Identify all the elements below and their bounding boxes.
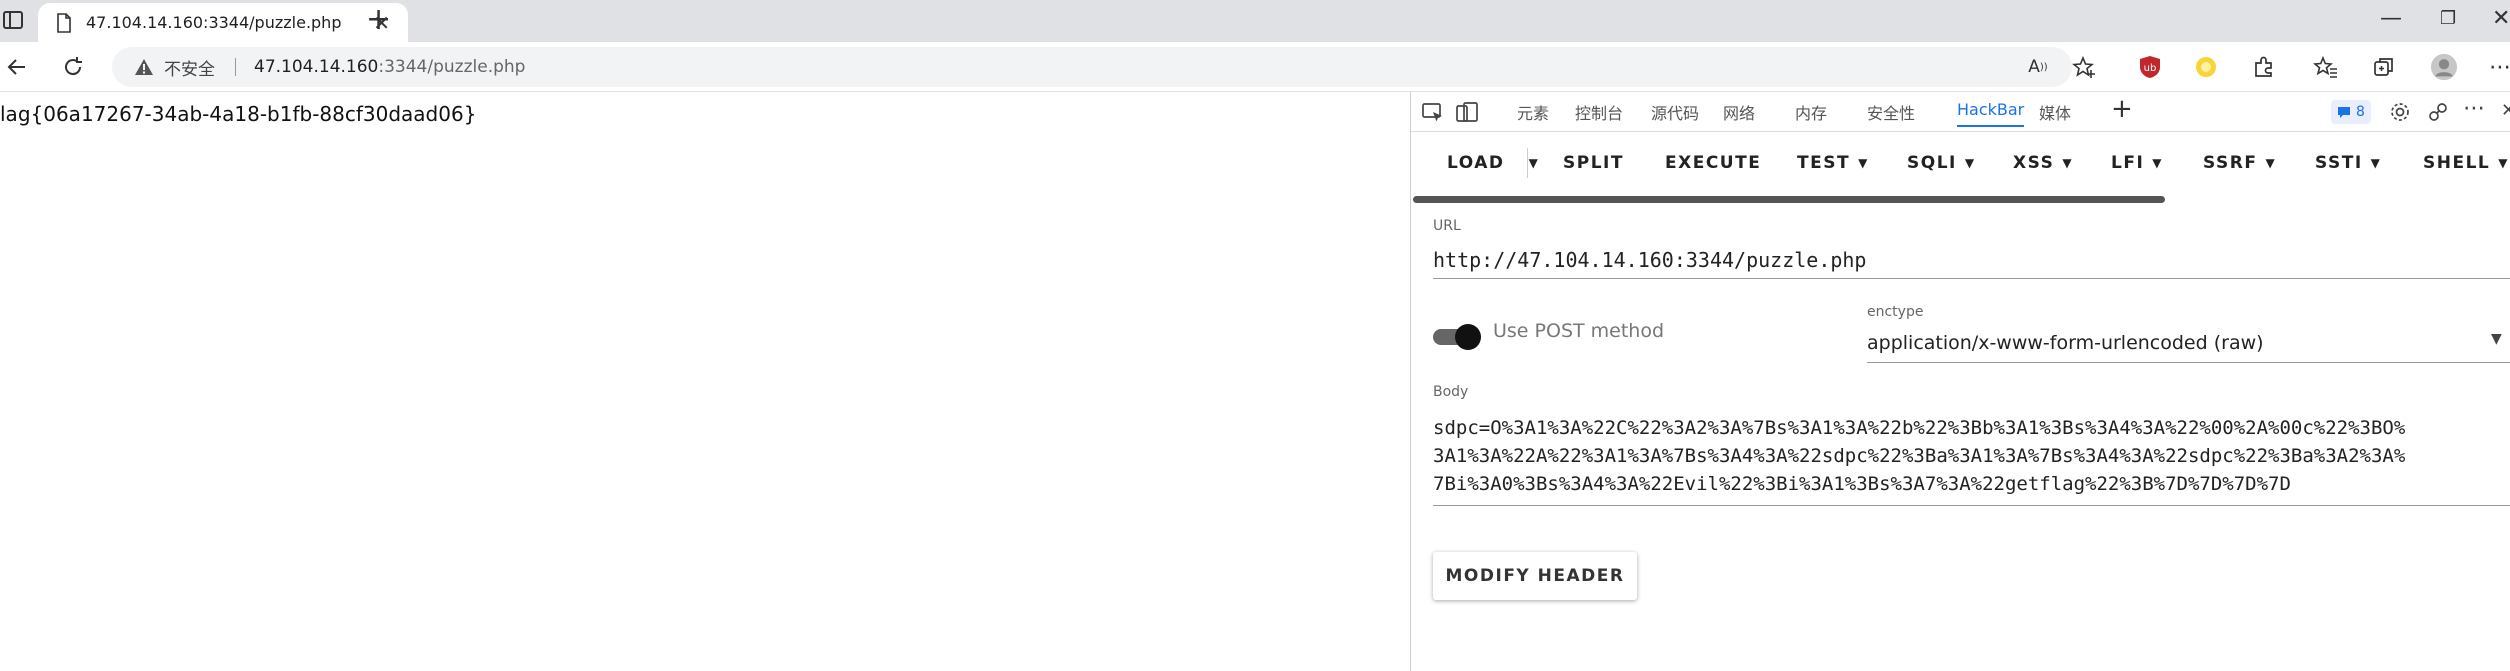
url-underline [1433,278,2510,279]
ssti-menu-label: SSTI [2315,153,2363,173]
post-method-label: Use POST method [1493,320,1665,342]
load-button[interactable]: LOAD [1447,140,1505,186]
caret-down-icon: ▼ [2152,156,2164,170]
page-icon [57,12,71,33]
caret-down-icon: ▼ [2498,156,2509,170]
window-close-button[interactable]: ✕ [2492,6,2510,31]
issues-badge[interactable]: 8 [2331,100,2371,124]
back-arrow-icon [7,59,25,75]
ssrf-menu[interactable]: SSRF ▼ [2203,140,2276,186]
page-output-text: lag{06a17267-34ab-4a18-b1fb-88cf30daad06… [0,102,477,126]
sqli-menu[interactable]: SQLI ▼ [1907,140,1976,186]
page-viewport: lag{06a17267-34ab-4a18-b1fb-88cf30daad06… [0,92,1410,671]
tab-sources[interactable]: 源代码 [1651,100,1699,124]
minimize-button[interactable]: — [2380,6,2402,31]
tab-console[interactable]: 控制台 [1575,100,1623,124]
body-label: Body [1433,384,1469,400]
toolbar-scrollbar[interactable] [1413,196,2165,203]
tab-memory[interactable]: 内存 [1795,100,1827,124]
toggle-knob [1455,324,1481,350]
devtools-more-icon[interactable]: ⋯ [2463,96,2485,121]
device-emulation-icon[interactable] [1455,102,1479,124]
tab-network[interactable]: 网络 [1723,100,1755,124]
add-panel-button[interactable]: + [2111,94,2133,124]
enctype-underline [1867,362,2510,363]
enctype-select[interactable]: application/x-www-form-urlencoded (raw) [1867,332,2264,354]
body-line: sdpc=O%3A1%3A%22C%22%3A2%3A%7Bs%3A1%3A%2… [1433,417,2406,439]
shell-menu[interactable]: SHELL ▼ [2423,140,2509,186]
security-status[interactable]: 不安全 [164,55,215,80]
ssrf-menu-label: SSRF [2203,153,2258,173]
profile-icon[interactable] [2430,53,2458,81]
back-button[interactable] [2,52,32,82]
modify-header-button[interactable]: MODIFY HEADER [1433,552,1637,600]
address-bar[interactable]: 不安全 47.104.14.160:3344/puzzle.php [112,47,2072,87]
url-label: URL [1433,218,1461,234]
enctype-label: enctype [1867,304,1924,320]
body-textarea[interactable]: sdpc=O%3A1%3A%22C%22%3A2%3A%7Bs%3A1%3A%2… [1433,414,2510,498]
tab-title: 47.104.14.160:3344/puzzle.php [86,13,342,32]
split-button[interactable]: SPLIT [1563,140,1624,186]
ublock-icon[interactable]: ub [2136,53,2164,81]
devtools-close-icon[interactable]: ✕ [2501,100,2510,121]
collections-icon[interactable] [2370,53,2398,81]
extension-yellow-icon[interactable] [2192,53,2220,81]
warning-icon[interactable] [134,57,154,77]
svg-text:ub: ub [2144,63,2157,74]
hackbar-toolbar: LOAD ▼ SPLIT EXECUTE TEST ▼ SQLI ▼ XSS ▼ LF… [1411,140,2510,186]
address-toolbar: 不安全 47.104.14.160:3344/puzzle.php A)) ub… [0,42,2510,92]
new-tab-button[interactable]: + [366,3,391,37]
reload-button[interactable] [58,52,88,82]
devtools-panel: 元素 控制台 源代码 网络 内存 安全性 HackBar 媒体 + 8 ⋯ ✕ … [1410,92,2510,671]
url-input[interactable]: http://47.104.14.160:3344/puzzle.php [1433,248,1866,272]
caret-down-icon: ▼ [1858,156,1869,170]
read-aloud-icon[interactable]: A)) [2024,53,2052,81]
caret-down-icon: ▼ [2265,156,2277,170]
more-icon[interactable]: ⋯ [2486,53,2510,81]
body-line: 3A1%3A%22A%22%3A1%3A%7Bs%3A4%3A%22sdpc%2… [1433,445,2406,467]
ssti-menu[interactable]: SSTI ▼ [2315,140,2381,186]
issues-count: 8 [2356,104,2365,120]
reload-icon [65,57,82,76]
test-menu[interactable]: TEST ▼ [1797,140,1869,186]
caret-down-icon: ▼ [1964,156,1976,170]
tab-security[interactable]: 安全性 [1867,100,1915,124]
body-underline [1433,505,2510,506]
sidebar-icon[interactable] [2,9,24,31]
tab-hackbar[interactable]: HackBar [1957,100,2025,127]
test-menu-label: TEST [1797,153,1851,173]
customize-icon[interactable] [2427,101,2449,123]
tab-media[interactable]: 媒体 [2039,100,2071,124]
tab-strip: 47.104.14.160:3344/puzzle.php ✕ + — ❐ ✕ [0,0,2510,42]
load-dropdown-icon[interactable]: ▼ [1527,140,1541,186]
message-icon [2338,107,2350,118]
xss-menu-label: XSS [2013,153,2055,173]
lfi-menu-label: LFI [2111,153,2145,173]
url-path: :3344/puzzle.php [378,57,526,77]
add-favorite-icon[interactable] [2070,53,2098,81]
lfi-menu[interactable]: LFI ▼ [2111,140,2163,186]
devtools-tab-bar: 元素 控制台 源代码 网络 内存 安全性 HackBar 媒体 + 8 ⋯ ✕ [1411,92,2510,132]
shell-menu-label: SHELL [2423,153,2491,173]
enctype-caret-icon[interactable]: ▼ [2491,331,2502,347]
favorites-icon[interactable] [2312,53,2340,81]
post-method-toggle[interactable] [1433,322,1483,350]
sqli-menu-label: SQLI [1907,153,1957,173]
inspect-element-icon[interactable] [1421,102,1445,124]
tab-elements[interactable]: 元素 [1517,100,1549,124]
caret-down-icon: ▼ [2062,156,2074,170]
extensions-icon[interactable] [2250,53,2278,81]
execute-button[interactable]: EXECUTE [1665,140,1761,186]
browser-tab[interactable]: 47.104.14.160:3344/puzzle.php ✕ [38,3,408,42]
maximize-button[interactable]: ❐ [2440,8,2456,29]
xss-menu[interactable]: XSS ▼ [2013,140,2073,186]
address-divider [235,58,236,76]
caret-down-icon: ▼ [2370,156,2382,170]
settings-gear-icon[interactable] [2389,101,2411,123]
url-host: 47.104.14.160 [254,57,379,77]
body-line: 7Bi%3A0%3Bs%3A4%3A%22Evil%22%3Bi%3A1%3Bs… [1433,473,2291,495]
